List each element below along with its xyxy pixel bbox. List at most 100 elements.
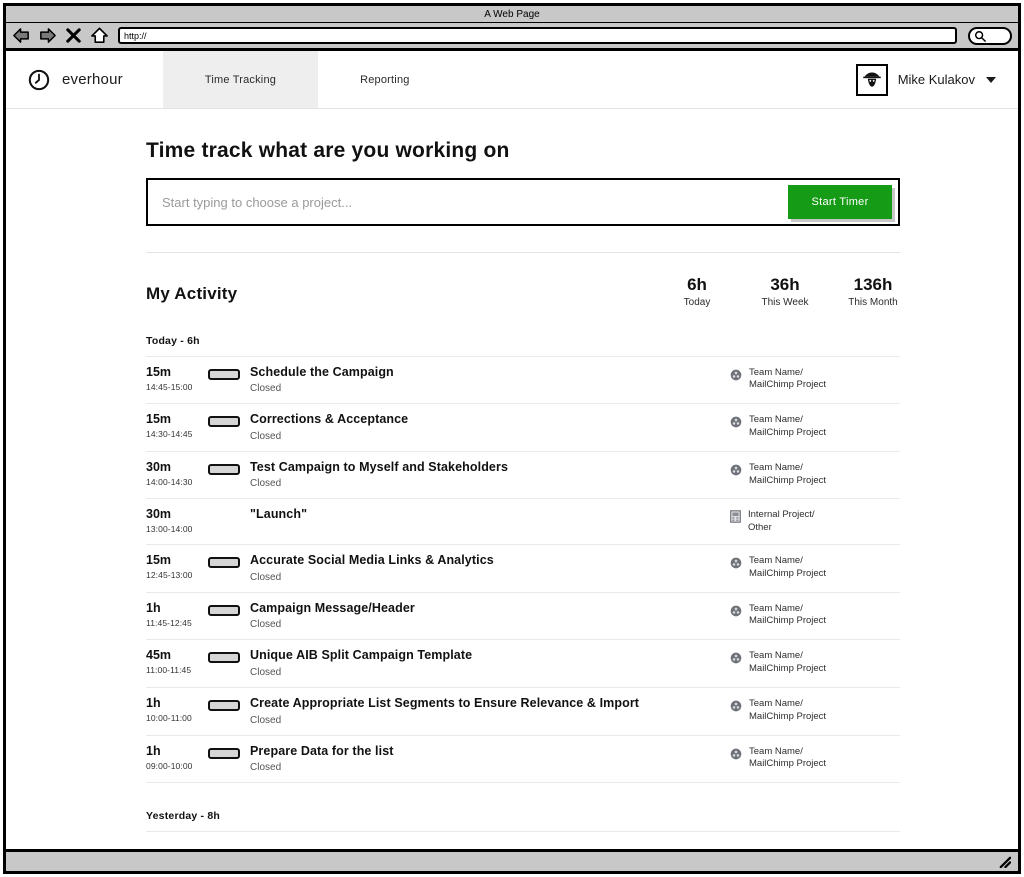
resize-grip-icon[interactable] (998, 855, 1011, 868)
start-timer-button[interactable]: Start Timer (788, 185, 892, 219)
row-time-col: 1h11:45-12:45 (146, 601, 208, 628)
entry-task-title[interactable]: Unique AIB Split Campaign Template (250, 648, 716, 664)
entry-task-title[interactable]: Accurate Social Media Links & Analytics (250, 553, 716, 569)
table-row[interactable]: 30m14:00-14:30Test Campaign to Myself an… (146, 452, 900, 500)
entry-task-title[interactable]: Corrections & Acceptance (250, 412, 716, 428)
entry-project-text: Team Name/MailChimp Project (749, 367, 826, 393)
asana-circle-icon (730, 652, 742, 664)
row-main-col: Accurate Social Media Links & AnalyticsC… (250, 553, 730, 583)
close-x-icon[interactable] (64, 26, 83, 45)
entry-project-line1: Team Name/ (749, 555, 803, 566)
stat-today: 6h Today (670, 275, 724, 308)
entry-task-title[interactable]: Prepare Data for the list (250, 744, 716, 760)
brand[interactable]: everhour (28, 51, 163, 108)
table-row[interactable]: 15m12:45-13:00Accurate Social Media Link… (146, 545, 900, 593)
entry-project[interactable]: Team Name/MailChimp Project (730, 648, 900, 676)
page-viewport: everhour Time Tracking Reporting (6, 51, 1018, 849)
row-time-col: 15m14:30-14:45 (146, 412, 208, 439)
table-row[interactable]: 15m14:45-15:00Schedule the CampaignClose… (146, 357, 900, 405)
asana-circle-icon (730, 700, 742, 712)
stat-this-month-value: 136h (846, 275, 900, 295)
back-arrow-icon[interactable] (12, 26, 31, 45)
task-tag-icon (208, 416, 240, 427)
tab-reporting-label: Reporting (360, 74, 410, 86)
entry-project[interactable]: Internal Project/Other (730, 507, 900, 535)
row-main-col: Test Campaign to Myself and Stakeholders… (250, 460, 730, 490)
row-badge-col (208, 696, 250, 711)
entry-task-title[interactable]: Campaign Message/Header (250, 601, 716, 617)
tab-reporting[interactable]: Reporting (318, 51, 452, 108)
entry-task-title[interactable]: Schedule the Campaign (250, 365, 716, 381)
forward-arrow-icon[interactable] (38, 26, 57, 45)
entry-project[interactable]: Team Name/MailChimp Project (730, 460, 900, 488)
avatar[interactable] (856, 64, 888, 96)
entry-task-title[interactable]: Test Campaign to Myself and Stakeholders (250, 460, 716, 476)
stat-this-week-label: This Week (758, 297, 812, 308)
entry-project-line2: MailChimp Project (749, 615, 826, 626)
entry-status: Closed (250, 762, 716, 773)
browser-title: A Web Page (484, 9, 539, 20)
entry-project[interactable]: Team Name/MailChimp Project (730, 412, 900, 440)
entry-project-line1: Team Name/ (749, 603, 803, 614)
table-row[interactable]: 1h11:45-12:45 Campaign Message/HeaderClos… (146, 593, 900, 641)
row-main-col: Campaign Message/HeaderClosed (250, 601, 730, 631)
entry-project-line2: MailChimp Project (749, 475, 826, 486)
entry-project[interactable]: Team Name/MailChimp Project (730, 553, 900, 581)
entry-task-title[interactable]: Create Appropriate List Segments to Ensu… (250, 696, 716, 712)
app-header: everhour Time Tracking Reporting (6, 51, 1018, 109)
table-row[interactable]: 45m11:00-11:45Unique AIB Split Campaign … (146, 640, 900, 688)
entry-project[interactable]: Team Name/MailChimp Project (730, 601, 900, 629)
entry-project[interactable]: Team Name/MailChimp Project (730, 744, 900, 772)
stat-this-week-value: 36h (758, 275, 812, 295)
asana-circle-icon (730, 464, 742, 476)
activity-days: Today - 6h15m14:45-15:00Schedule the Cam… (146, 335, 900, 849)
stat-this-month: 136h This Month (846, 275, 900, 308)
row-time-col: 15m14:45-15:00 (146, 365, 208, 392)
entry-project[interactable]: Team Name/MailChimp Project (730, 365, 900, 393)
entry-time-range: 10:00-11:00 (146, 713, 208, 723)
entry-project-line1: Team Name/ (749, 698, 803, 709)
home-icon[interactable] (90, 26, 109, 45)
table-row[interactable]: 15m14:30-14:45Corrections & AcceptanceCl… (146, 404, 900, 452)
table-row[interactable]: 30m13:00-14:00"Launch"Internal Project/O… (146, 499, 900, 545)
stat-this-month-label: This Month (846, 297, 900, 308)
timer-bar: Start Timer (146, 178, 900, 226)
entry-project-line2: MailChimp Project (749, 758, 826, 769)
project-icon-wrapper (730, 747, 742, 765)
browser-toolbar: http:// (6, 23, 1018, 51)
entry-project-line1: Team Name/ (749, 746, 803, 757)
entry-duration: 15m (146, 412, 208, 427)
user-menu[interactable]: Mike Kulakov (856, 51, 996, 108)
entry-project-line2: Other (748, 522, 772, 533)
tab-time-tracking[interactable]: Time Tracking (163, 51, 318, 108)
entry-project-text: Team Name/MailChimp Project (749, 414, 826, 440)
entry-duration: 30m (146, 507, 208, 522)
row-badge-col (208, 744, 250, 759)
entry-task-title[interactable]: "Launch" (250, 507, 716, 523)
table-row[interactable]: 1h10:00-11:00Create Appropriate List Seg… (146, 688, 900, 736)
clock-icon (28, 69, 50, 91)
row-badge-col (208, 507, 250, 511)
entry-project[interactable]: Team Name/MailChimp Project (730, 696, 900, 724)
entry-duration: 1h (146, 601, 208, 616)
row-badge-col (208, 648, 250, 663)
row-badge-col (208, 601, 250, 616)
table-row[interactable]: 1h09:00-10:00 Prepare Data for the list Cl… (146, 736, 900, 784)
entry-time-range: 14:45-15:00 (146, 382, 208, 392)
project-search-input[interactable] (148, 180, 788, 224)
row-time-col: 1h09:00-10:00 (146, 744, 208, 771)
activity-row-group: 15m14:45-15:00Schedule the CampaignClose… (146, 356, 900, 784)
url-bar[interactable]: http:// (118, 27, 957, 44)
asana-circle-icon (730, 369, 742, 381)
row-main-col: Create Appropriate List Segments to Ensu… (250, 696, 730, 726)
task-tag-icon (208, 369, 240, 380)
browser-search-box[interactable] (968, 27, 1012, 45)
entry-duration: 15m (146, 553, 208, 568)
browser-titlebar: A Web Page (6, 6, 1018, 23)
chevron-down-icon[interactable] (986, 77, 996, 83)
asana-circle-icon (730, 748, 742, 760)
project-icon-wrapper (730, 415, 742, 433)
task-tag-icon (208, 557, 240, 568)
entry-duration: 30m (146, 460, 208, 475)
empty-activity-row (146, 832, 900, 849)
